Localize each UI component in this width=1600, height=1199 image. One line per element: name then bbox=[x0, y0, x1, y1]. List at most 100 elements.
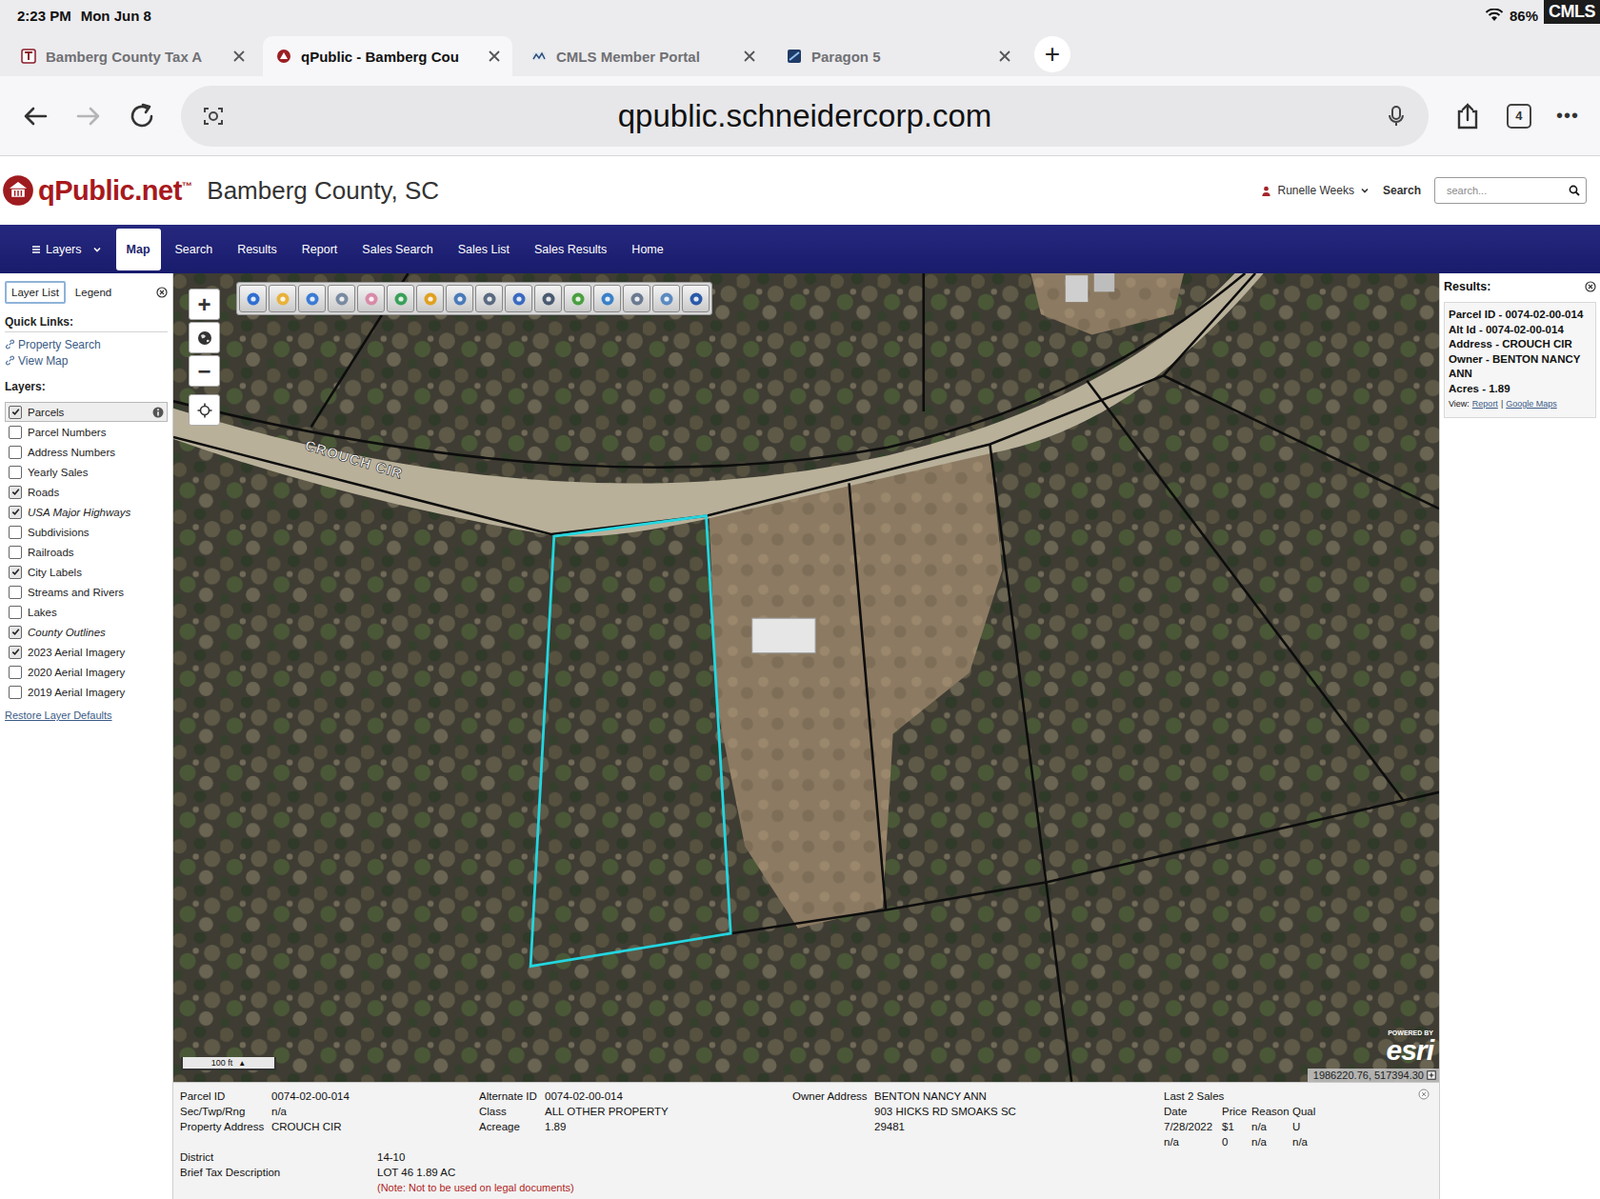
layer-row[interactable]: 2023 Aerial Imagery bbox=[4, 641, 168, 662]
nav-item[interactable]: Results bbox=[226, 228, 288, 271]
map[interactable]: CROUCH CIR+−100 ft▲POWERED BYesri1986220… bbox=[173, 273, 1440, 1082]
layer-checkbox[interactable] bbox=[8, 505, 22, 520]
close-circle-icon[interactable] bbox=[1418, 1088, 1430, 1100]
close-circle-icon[interactable] bbox=[1584, 280, 1597, 293]
new-tab-button[interactable]: + bbox=[1034, 36, 1071, 73]
back-arrow-icon[interactable] bbox=[20, 101, 50, 131]
map-tool-button[interactable] bbox=[622, 284, 651, 313]
nav-label: Home bbox=[631, 242, 663, 257]
nav-item[interactable]: Home bbox=[620, 228, 674, 271]
map-tool-button[interactable] bbox=[239, 284, 267, 313]
share-icon[interactable] bbox=[1453, 101, 1482, 131]
sidebar-tab[interactable]: Layer List bbox=[4, 280, 66, 304]
nav-item[interactable]: Sales Results bbox=[523, 228, 618, 271]
layer-checkbox[interactable] bbox=[8, 565, 22, 580]
layer-row[interactable]: Parcel Numbers bbox=[4, 421, 168, 442]
layer-checkbox[interactable] bbox=[8, 645, 22, 660]
layer-checkbox[interactable] bbox=[8, 525, 22, 540]
aerial-map[interactable]: CROUCH CIR bbox=[173, 273, 1440, 1082]
layer-row[interactable]: Roads bbox=[4, 481, 168, 502]
map-tool-button[interactable] bbox=[681, 284, 710, 313]
map-tool-button[interactable] bbox=[268, 284, 297, 313]
info-icon[interactable] bbox=[152, 406, 164, 419]
magnifier-icon[interactable] bbox=[1568, 184, 1580, 197]
page-settings-icon[interactable] bbox=[201, 104, 225, 128]
nav-item[interactable]: Search bbox=[164, 228, 224, 271]
layer-row[interactable]: County Outlines bbox=[4, 621, 168, 642]
nav-item[interactable]: Sales List bbox=[447, 228, 520, 271]
sidebar-tab[interactable]: Legend bbox=[69, 281, 118, 303]
address-bar[interactable]: qpublic.schneidercorp.com bbox=[180, 85, 1429, 147]
result-link[interactable]: Google Maps bbox=[1505, 397, 1558, 413]
user-menu[interactable]: Runelle Weeks bbox=[1260, 183, 1369, 198]
map-tool-button[interactable] bbox=[475, 284, 503, 313]
map-tool-button[interactable] bbox=[563, 284, 592, 313]
map-tool-button[interactable] bbox=[357, 284, 385, 313]
layer-checkbox[interactable] bbox=[8, 545, 22, 560]
nav-item[interactable]: Layers bbox=[20, 228, 113, 271]
zoom-in-button[interactable]: + bbox=[188, 288, 220, 320]
more-button[interactable]: ••• bbox=[1556, 104, 1580, 127]
browser-tab[interactable]: CMLS Member Portal bbox=[518, 36, 768, 77]
tab-count-button[interactable]: 4 bbox=[1506, 103, 1532, 129]
reload-icon[interactable] bbox=[127, 101, 157, 131]
layer-row[interactable]: Address Numbers bbox=[4, 441, 168, 462]
site-logo[interactable]: qPublic.net™Bamberg County, SC bbox=[1, 174, 440, 207]
browser-tab[interactable]: Paragon 5 bbox=[773, 36, 1023, 77]
layer-row[interactable]: Streams and Rivers bbox=[4, 581, 168, 602]
close-icon[interactable] bbox=[487, 49, 501, 63]
layer-row[interactable]: Lakes bbox=[4, 601, 168, 622]
layer-checkbox[interactable] bbox=[8, 665, 22, 680]
zoom-out-button[interactable]: − bbox=[188, 355, 220, 387]
selected-parcel[interactable] bbox=[530, 516, 731, 967]
layer-row[interactable]: City Labels bbox=[4, 561, 168, 582]
layer-row[interactable]: 2019 Aerial Imagery bbox=[4, 681, 168, 702]
map-tool-button[interactable] bbox=[652, 284, 680, 313]
result-card[interactable]: Parcel ID - 0074-02-00-014Alt Id - 0074-… bbox=[1443, 301, 1597, 419]
restore-defaults-link[interactable]: Restore Layer Defaults bbox=[4, 709, 168, 721]
layer-checkbox[interactable] bbox=[8, 405, 22, 420]
close-circle-icon[interactable] bbox=[156, 286, 168, 299]
map-tool-button[interactable] bbox=[534, 284, 562, 313]
nav-item[interactable]: Sales Search bbox=[351, 228, 443, 271]
quick-link[interactable]: Property Search bbox=[4, 336, 168, 353]
layer-row[interactable]: Railroads bbox=[4, 541, 168, 562]
globe-button[interactable] bbox=[188, 321, 220, 354]
nav-item[interactable]: Report bbox=[291, 228, 349, 271]
layer-checkbox[interactable] bbox=[8, 585, 22, 600]
layer-checkbox[interactable] bbox=[8, 625, 22, 640]
layer-row[interactable]: 2020 Aerial Imagery bbox=[4, 661, 168, 682]
locate-button[interactable] bbox=[188, 394, 220, 426]
status-clock: 2:23 PMMon Jun 8 bbox=[17, 7, 152, 24]
browser-tab[interactable]: qPublic - Bamberg Cou bbox=[262, 36, 513, 77]
layer-checkbox[interactable] bbox=[8, 445, 22, 460]
browser-tab[interactable]: Bamberg County Tax A bbox=[7, 36, 258, 77]
search-input[interactable]: search... bbox=[1434, 177, 1587, 204]
expand-icon[interactable] bbox=[1426, 1070, 1437, 1080]
layer-row[interactable]: Yearly Sales bbox=[4, 461, 168, 482]
layer-checkbox[interactable] bbox=[8, 465, 22, 480]
layer-checkbox[interactable] bbox=[8, 685, 22, 700]
layer-row[interactable]: Parcels bbox=[4, 401, 168, 422]
chevron-down-icon bbox=[1360, 185, 1370, 196]
map-tool-button[interactable] bbox=[416, 284, 444, 313]
nav-item[interactable]: Map bbox=[116, 228, 161, 271]
map-tool-button[interactable] bbox=[386, 284, 415, 313]
quick-link[interactable]: View Map bbox=[4, 352, 168, 369]
close-icon[interactable] bbox=[742, 49, 757, 63]
close-icon[interactable] bbox=[998, 49, 1012, 63]
layer-checkbox[interactable] bbox=[8, 425, 22, 440]
map-tool-button[interactable] bbox=[504, 284, 533, 313]
close-icon[interactable] bbox=[232, 49, 246, 63]
result-link[interactable]: Report bbox=[1472, 397, 1499, 413]
layer-row[interactable]: USA Major Highways bbox=[4, 501, 168, 522]
layer-checkbox[interactable] bbox=[8, 485, 22, 500]
map-tool-button[interactable] bbox=[445, 284, 474, 313]
map-tool-button[interactable] bbox=[593, 284, 621, 313]
layer-row[interactable]: Subdivisions bbox=[4, 521, 168, 542]
map-tool-button[interactable] bbox=[298, 284, 326, 313]
layer-checkbox[interactable] bbox=[8, 605, 22, 620]
forward-arrow-icon[interactable] bbox=[74, 101, 103, 131]
microphone-icon[interactable] bbox=[1384, 104, 1408, 128]
map-tool-button[interactable] bbox=[327, 284, 356, 313]
